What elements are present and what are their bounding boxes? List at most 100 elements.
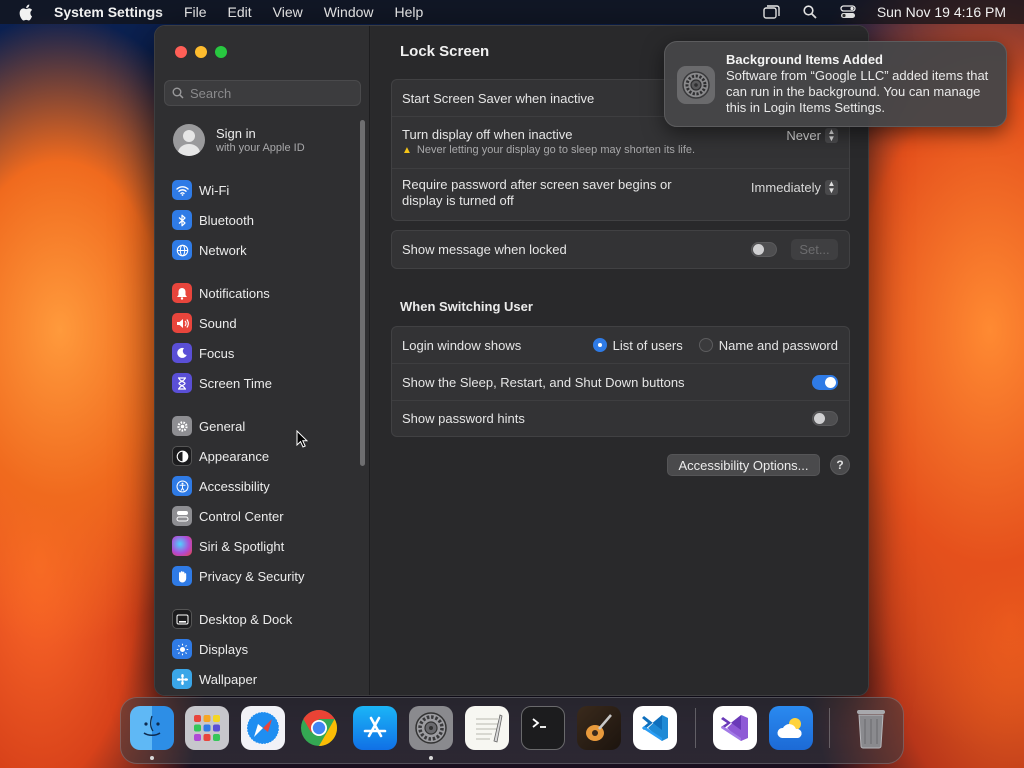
sidebar-item-label: Control Center bbox=[199, 508, 284, 524]
siri-icon bbox=[172, 536, 192, 556]
dock-separator bbox=[695, 708, 696, 748]
sidebar-group-display: Desktop & Dock Displays Wallpaper bbox=[172, 604, 362, 694]
hourglass-icon bbox=[172, 373, 192, 393]
menu-view[interactable]: View bbox=[273, 4, 303, 20]
sidebar-item-displays[interactable]: Displays bbox=[172, 634, 362, 664]
chevron-up-down-icon: ▲ ▼ bbox=[825, 128, 838, 143]
sidebar-item-desktop-dock[interactable]: Desktop & Dock bbox=[172, 604, 362, 634]
sidebar-item-apple-id[interactable]: Sign in with your Apple ID bbox=[173, 124, 305, 156]
sidebar-item-notifications[interactable]: Notifications bbox=[172, 278, 362, 308]
sidebar-item-sound[interactable]: Sound bbox=[172, 308, 362, 338]
control-center-menu-icon[interactable] bbox=[839, 3, 857, 21]
menu-help[interactable]: Help bbox=[395, 4, 424, 20]
radio-name-and-password[interactable]: Name and password bbox=[698, 338, 838, 353]
show-message-label: Show message when locked bbox=[402, 242, 567, 257]
sidebar-item-focus[interactable]: Focus bbox=[172, 338, 362, 368]
sidebar-item-label: Screen Time bbox=[199, 375, 272, 391]
stage-manager-icon[interactable] bbox=[763, 3, 781, 21]
control-center-icon bbox=[172, 506, 192, 526]
sidebar-item-wallpaper[interactable]: Wallpaper bbox=[172, 664, 362, 694]
menu-edit[interactable]: Edit bbox=[228, 4, 252, 20]
sidebar-item-wifi[interactable]: Wi-Fi bbox=[172, 175, 362, 205]
sidebar-item-general[interactable]: General bbox=[172, 411, 362, 441]
dock-separator bbox=[829, 708, 830, 748]
system-settings-gear-icon bbox=[677, 66, 715, 104]
search-field[interactable] bbox=[164, 80, 361, 106]
sidebar-item-label: Siri & Spotlight bbox=[199, 538, 285, 554]
password-hints-toggle[interactable] bbox=[812, 411, 838, 426]
sidebar-item-accessibility[interactable]: Accessibility bbox=[172, 471, 362, 501]
spotlight-search-icon[interactable] bbox=[801, 3, 819, 21]
speaker-icon bbox=[172, 313, 192, 333]
running-indicator bbox=[150, 756, 154, 760]
page-title: Lock Screen bbox=[400, 43, 490, 60]
search-input[interactable] bbox=[190, 85, 350, 101]
sidebar-item-label: General bbox=[199, 418, 246, 434]
apple-menu-icon[interactable] bbox=[18, 4, 36, 21]
bell-icon bbox=[172, 283, 192, 303]
set-message-button[interactable]: Set... bbox=[791, 239, 838, 260]
finder-icon[interactable] bbox=[130, 706, 174, 750]
garageband-icon[interactable] bbox=[577, 706, 621, 750]
vscode-icon[interactable] bbox=[633, 706, 677, 750]
sidebar-item-privacy-security[interactable]: Privacy & Security bbox=[172, 561, 362, 591]
app-store-icon[interactable] bbox=[353, 706, 397, 750]
radio-button bbox=[698, 338, 713, 352]
sun-icon bbox=[172, 639, 192, 659]
display-off-popup[interactable]: Never ▲ ▼ bbox=[786, 128, 838, 143]
warning-text: Never letting your display go to sleep m… bbox=[416, 144, 696, 156]
globe-icon bbox=[172, 240, 192, 260]
menu-app-name[interactable]: System Settings bbox=[54, 4, 163, 20]
launchpad-icon[interactable] bbox=[185, 706, 229, 750]
minimize-button[interactable] bbox=[195, 46, 207, 58]
menu-bar: System Settings File Edit View Window He… bbox=[0, 0, 1024, 24]
zoom-button[interactable] bbox=[215, 46, 227, 58]
sidebar-item-appearance[interactable]: Appearance bbox=[172, 441, 362, 471]
window-controls bbox=[175, 46, 227, 58]
show-message-toggle[interactable] bbox=[751, 242, 777, 257]
sidebar-item-label: Notifications bbox=[199, 285, 270, 301]
sidebar-item-label: Sound bbox=[199, 315, 237, 331]
system-settings-icon[interactable] bbox=[409, 706, 453, 750]
accessibility-options-button[interactable]: Accessibility Options... bbox=[667, 454, 820, 476]
sidebar-item-label: Privacy & Security bbox=[199, 568, 305, 584]
require-password-value: Immediately bbox=[750, 180, 821, 195]
sidebar-item-label: Desktop & Dock bbox=[199, 611, 293, 627]
sidebar: Sign in with your Apple ID Wi-Fi Bluetoo… bbox=[155, 26, 370, 695]
notification-body: Software from “Google LLC” added items t… bbox=[726, 68, 989, 115]
dock bbox=[120, 697, 904, 764]
visual-studio-icon[interactable] bbox=[713, 706, 757, 750]
password-hints-row: Show password hints bbox=[392, 400, 849, 436]
sidebar-item-bluetooth[interactable]: Bluetooth bbox=[172, 205, 362, 235]
sidebar-item-siri-spotlight[interactable]: Siri & Spotlight bbox=[172, 531, 362, 561]
mouse-cursor-icon bbox=[296, 429, 309, 453]
trash-icon[interactable] bbox=[849, 706, 893, 750]
warning-icon: ▲ bbox=[402, 144, 412, 156]
avatar-icon bbox=[173, 124, 205, 156]
menu-window[interactable]: Window bbox=[324, 4, 374, 20]
gear-icon bbox=[172, 416, 192, 436]
menu-file[interactable]: File bbox=[184, 4, 207, 20]
notification-banner[interactable]: Background Items Added Software from “Go… bbox=[664, 41, 1007, 127]
weather-icon[interactable] bbox=[769, 706, 813, 750]
section-title-switching-user: When Switching User bbox=[400, 299, 533, 314]
show-message-row: Show message when locked Set... bbox=[392, 231, 849, 268]
accessibility-icon bbox=[172, 476, 192, 496]
chrome-icon[interactable] bbox=[297, 706, 341, 750]
menu-clock[interactable]: Sun Nov 19 4:16 PM bbox=[877, 4, 1006, 20]
require-password-label: Require password after screen saver begi… bbox=[402, 177, 672, 208]
sidebar-item-screen-time[interactable]: Screen Time bbox=[172, 368, 362, 398]
login-window-row: Login window shows List of users Name an… bbox=[392, 327, 849, 363]
close-button[interactable] bbox=[175, 46, 187, 58]
sidebar-item-network[interactable]: Network bbox=[172, 235, 362, 265]
require-password-popup[interactable]: Immediately ▲ ▼ bbox=[751, 180, 838, 195]
help-button[interactable]: ? bbox=[830, 455, 850, 475]
textedit-icon[interactable] bbox=[465, 706, 509, 750]
radio-list-of-users[interactable]: List of users bbox=[592, 338, 683, 353]
terminal-icon[interactable] bbox=[521, 706, 565, 750]
sidebar-item-label: Wallpaper bbox=[199, 671, 258, 687]
sidebar-item-control-center[interactable]: Control Center bbox=[172, 501, 362, 531]
safari-icon[interactable] bbox=[241, 706, 285, 750]
signin-title: Sign in bbox=[216, 126, 256, 141]
sleep-buttons-toggle[interactable] bbox=[812, 374, 838, 390]
